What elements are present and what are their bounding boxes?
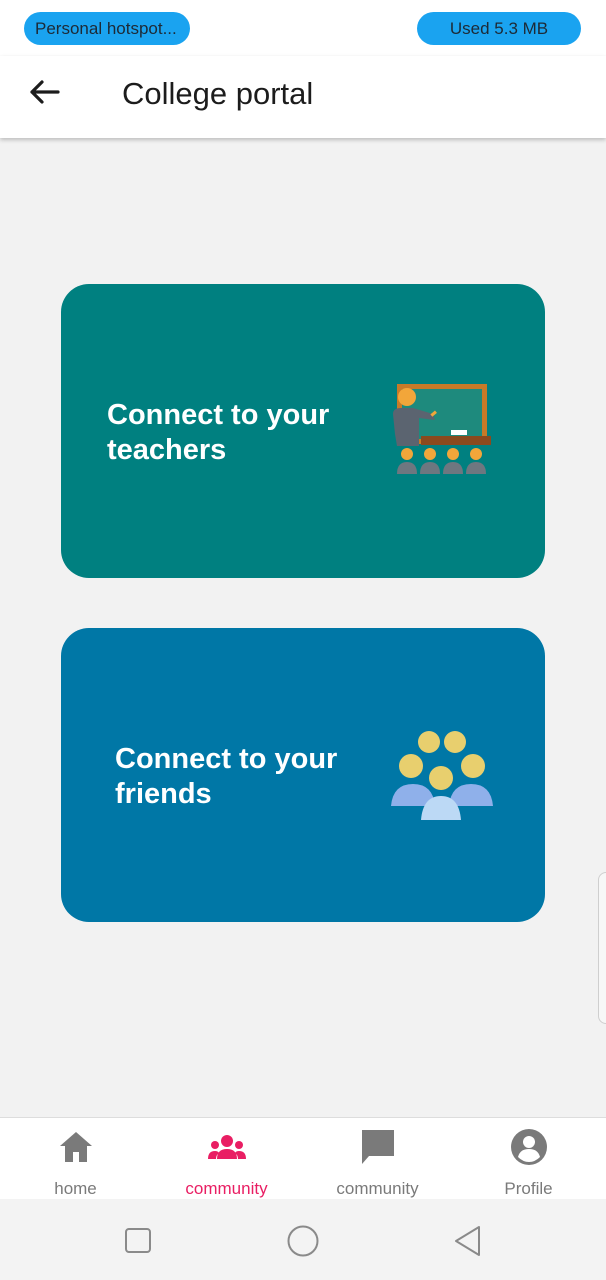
app-bar: College portal: [0, 56, 606, 138]
arrow-back-icon: [30, 80, 60, 104]
home-circle-icon: [287, 1225, 319, 1257]
recents-square-icon: [125, 1228, 151, 1253]
nav-item-community[interactable]: community: [151, 1118, 302, 1200]
teacher-classroom-icon: [393, 384, 491, 474]
network-status-pill[interactable]: Personal hotspot...: [24, 12, 190, 45]
connect-friends-label: Connect to your friends: [115, 743, 338, 810]
chat-icon: [362, 1130, 394, 1164]
friends-group-icon: [391, 731, 493, 820]
system-home-button[interactable]: [283, 1221, 323, 1261]
system-navigation-bar: [0, 1199, 606, 1280]
nav-label-community: community: [185, 1179, 268, 1198]
nav-item-home[interactable]: home: [0, 1118, 151, 1200]
recents-button[interactable]: [118, 1221, 158, 1261]
data-usage-pill[interactable]: Used 5.3 MB: [417, 12, 581, 45]
system-back-button[interactable]: [448, 1221, 488, 1261]
back-button[interactable]: [26, 74, 66, 114]
nav-item-profile[interactable]: Profile: [453, 1118, 604, 1200]
connect-friends-card[interactable]: Connect to your friends: [61, 628, 545, 922]
connect-teachers-label: Connect to your teachers: [107, 399, 330, 466]
connect-teachers-card[interactable]: Connect to your teachers: [61, 284, 545, 578]
nav-item-chat[interactable]: community: [302, 1118, 453, 1200]
bottom-navigation: home community community Profile: [0, 1117, 606, 1200]
account-circle-icon: [511, 1129, 547, 1165]
home-icon: [60, 1132, 92, 1162]
nav-label-chat: community: [336, 1179, 419, 1198]
nav-label-home: home: [54, 1179, 97, 1198]
status-bar: Personal hotspot... Used 5.3 MB: [0, 0, 606, 56]
group-icon: [208, 1135, 246, 1159]
scroll-edge-handle[interactable]: [598, 872, 606, 1024]
back-triangle-icon: [455, 1226, 480, 1256]
nav-label-profile: Profile: [504, 1179, 553, 1198]
page-title: College portal: [122, 76, 314, 111]
